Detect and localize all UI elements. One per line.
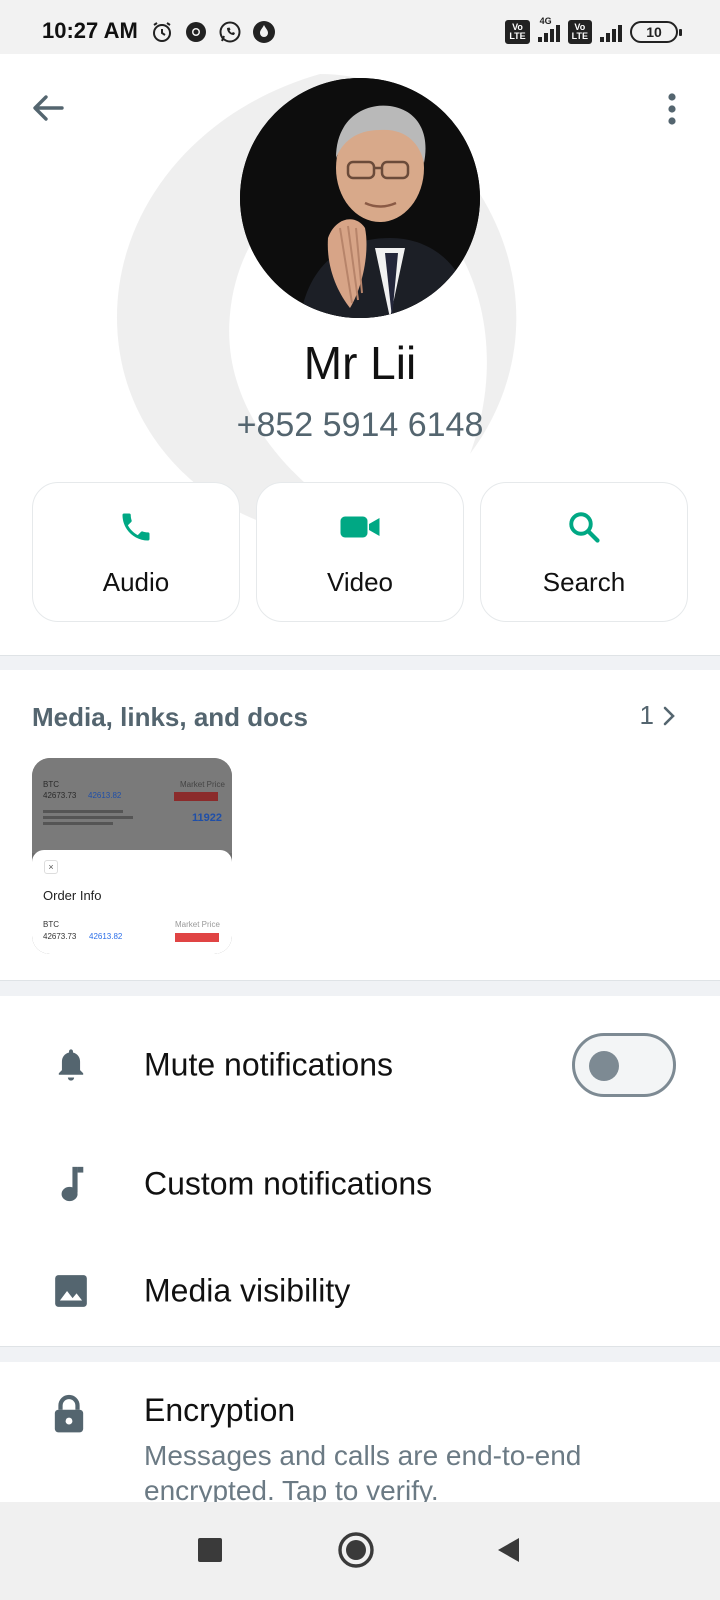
thumbnail-dimmed-area: BTC 42673.73 42613.82 Market Price 11922 [32, 758, 232, 853]
volte-badge-2: Vo LTE [567, 20, 592, 44]
lock-icon [52, 1394, 90, 1438]
mute-notifications-label: Mute notifications [144, 1046, 394, 1083]
thumbnail-order-sheet: × Order Info BTC 42673.73 42613.82 Marke… [32, 850, 232, 954]
contact-name: Mr Lii [303, 337, 417, 389]
contact-phone: +852 5914 6148 [236, 406, 484, 444]
thumb-highlight-value: 11922 [192, 812, 222, 824]
back-button[interactable] [28, 88, 68, 128]
chevron-right-icon [663, 706, 675, 725]
video-call-button[interactable]: Video [256, 482, 464, 622]
volte-badge: Vo LTE [505, 20, 530, 44]
media-section-title[interactable]: Media, links, and docs [32, 702, 308, 733]
thumb-sheet-price-to: 42613.82 [89, 932, 123, 941]
contact-header: Mr Lii +852 5914 6148 Audio Video Search [0, 54, 720, 644]
status-time: 10:27 AM [42, 18, 138, 43]
network-type-label: 4G [539, 16, 552, 26]
chrome-icon [184, 20, 208, 44]
thumb-coin: BTC [43, 780, 59, 789]
mute-toggle[interactable] [572, 1033, 676, 1097]
alarm-icon [150, 20, 174, 44]
thumb-close-icon: × [44, 860, 58, 874]
section-divider [0, 655, 720, 671]
bell-icon [52, 1046, 90, 1084]
status-bar: 10:27 AM Vo LTE 4G Vo LTE 10 [0, 0, 720, 54]
mute-notifications-row[interactable]: Mute notifications [0, 1010, 720, 1120]
section-divider [0, 980, 720, 996]
thumb-sheet-price-from: 42673.73 [43, 932, 77, 941]
video-label: Video [326, 567, 394, 597]
action-buttons: Audio Video Search [32, 482, 688, 622]
signal-4g: 4G [537, 16, 560, 42]
more-options-button[interactable] [662, 90, 682, 130]
battery-icon: 10 [630, 21, 682, 43]
media-visibility-row[interactable]: Media visibility [0, 1236, 720, 1346]
thumb-price-from: 42673.73 [43, 791, 77, 800]
search-icon [481, 509, 687, 545]
media-count: 1 [639, 700, 654, 730]
encryption-title: Encryption [144, 1392, 296, 1428]
encryption-row[interactable]: Encryption Messages and calls are end-to… [0, 1362, 720, 1506]
notification-settings: Mute notifications Custom notifications … [0, 996, 720, 1346]
signal-strength-icon-2 [600, 22, 622, 42]
image-icon [52, 1272, 90, 1310]
media-thumbnail[interactable]: BTC 42673.73 42613.82 Market Price 11922… [32, 758, 232, 954]
media-links-docs-section: Media, links, and docs 1 BTC 42673.73 42… [0, 670, 720, 980]
status-notification-icons [150, 20, 276, 44]
recent-apps-button[interactable] [192, 1532, 228, 1568]
home-button[interactable] [338, 1532, 374, 1568]
search-button[interactable]: Search [480, 482, 688, 622]
app-notification-icon [252, 20, 276, 44]
encryption-subtitle: Messages and calls are end-to-end encryp… [144, 1440, 582, 1506]
system-navigation-bar [0, 1502, 720, 1600]
thumb-sheet-title: Order Info [43, 888, 102, 903]
media-count-link[interactable]: 1 [640, 700, 678, 731]
phone-icon [33, 509, 239, 545]
search-label: Search [542, 567, 626, 597]
thumb-line [43, 810, 123, 813]
thumb-red-tag [174, 792, 218, 801]
video-camera-icon [257, 509, 463, 545]
audio-label: Audio [102, 567, 170, 597]
status-system-icons: Vo LTE 4G Vo LTE 10 [505, 16, 682, 44]
contact-avatar[interactable] [240, 78, 480, 318]
audio-call-button[interactable]: Audio [32, 482, 240, 622]
thumb-line [43, 816, 133, 819]
thumb-line [43, 822, 113, 825]
thumb-price-to: 42613.82 [88, 791, 122, 800]
whatsapp-icon [218, 20, 242, 44]
toggle-knob [589, 1051, 619, 1081]
thumb-sheet-red-tag [175, 933, 219, 942]
back-nav-button[interactable] [490, 1532, 526, 1568]
thumb-sheet-coin: BTC [43, 920, 59, 929]
section-divider [0, 1346, 720, 1362]
thumb-market-label: Market Price [180, 780, 225, 789]
custom-notifications-row[interactable]: Custom notifications [0, 1124, 720, 1244]
media-visibility-label: Media visibility [144, 1272, 351, 1309]
custom-notifications-label: Custom notifications [144, 1165, 433, 1202]
music-note-icon [52, 1165, 90, 1203]
thumb-sheet-market-label: Market Price [175, 920, 220, 929]
